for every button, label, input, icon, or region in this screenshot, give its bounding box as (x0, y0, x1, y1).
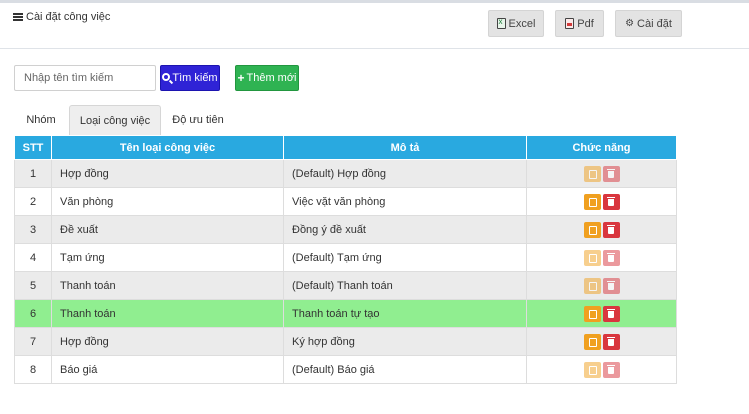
table-row[interactable]: 2 Văn phòng Việc vặt văn phòng (14, 187, 677, 216)
trash-icon (602, 361, 620, 378)
edit-icon (583, 361, 601, 378)
tab-nhom[interactable]: Nhóm (14, 105, 68, 135)
menu-icon (13, 13, 23, 21)
settings-label: Cài đặt (637, 17, 672, 30)
export-pdf-label: Pdf (577, 17, 594, 30)
cell-name: Báo giá (51, 355, 284, 384)
cell-actions (526, 187, 677, 216)
export-excel-label: Excel (508, 17, 536, 30)
column-header-stt: STT (14, 135, 52, 160)
cell-actions (526, 159, 677, 188)
table-row[interactable]: 6 Thanh toán Thanh toán tự tạo (14, 299, 677, 328)
table-row[interactable]: 3 Đề xuất Đồng ý đề xuất (14, 215, 677, 244)
edit-icon[interactable] (583, 333, 601, 350)
search-button-label: Tìm kiếm (172, 72, 218, 84)
cell-description: (Default) Tạm ứng (283, 243, 527, 272)
tab-loai-cong-viec[interactable]: Loại công việc (69, 105, 161, 135)
cell-stt: 8 (14, 355, 52, 384)
cell-stt: 2 (14, 187, 52, 216)
add-new-button-label: Thêm mới (246, 72, 297, 84)
column-header-description: Mô tả (283, 135, 527, 160)
cell-name: Hợp đồng (51, 327, 284, 356)
column-header-name: Tên loại công việc (51, 135, 284, 160)
cell-name: Hợp đồng (51, 159, 284, 188)
tab-label: Loại công việc (79, 114, 151, 127)
plus-icon: + (237, 71, 245, 85)
excel-file-icon (496, 17, 506, 29)
table-header-row: STT Tên loại công việc Mô tả Chức năng (14, 135, 677, 160)
task-type-table: STT Tên loại công việc Mô tả Chức năng 1… (14, 135, 677, 384)
cell-description: Thanh toán tự tạo (283, 299, 527, 328)
cell-description: (Default) Hợp đồng (283, 159, 527, 188)
cell-stt: 1 (14, 159, 52, 188)
edit-icon[interactable] (583, 305, 601, 322)
cell-name: Thanh toán (51, 271, 284, 300)
cell-actions (526, 355, 677, 384)
edit-icon[interactable] (583, 221, 601, 238)
cell-description: Việc vặt văn phòng (283, 187, 527, 216)
table-row[interactable]: 5 Thanh toán (Default) Thanh toán (14, 271, 677, 300)
search-button[interactable]: Tìm kiếm (160, 65, 220, 91)
cell-name: Đề xuất (51, 215, 284, 244)
cell-stt: 7 (14, 327, 52, 356)
cell-stt: 4 (14, 243, 52, 272)
cell-actions (526, 299, 677, 328)
trash-icon[interactable] (602, 305, 620, 322)
cell-description: Ký hợp đồng (283, 327, 527, 356)
export-pdf-button[interactable]: Pdf (555, 10, 604, 37)
cell-actions (526, 327, 677, 356)
tab-do-uu-tien[interactable]: Độ ưu tiên (164, 105, 232, 135)
cell-name: Văn phòng (51, 187, 284, 216)
trash-icon (602, 249, 620, 266)
trash-icon (602, 277, 620, 294)
cell-description: (Default) Thanh toán (283, 271, 527, 300)
trash-icon[interactable] (602, 221, 620, 238)
page-title-text: Cài đặt công việc (26, 11, 111, 23)
tab-label: Độ ưu tiên (172, 114, 224, 126)
edit-icon (583, 165, 601, 182)
cell-stt: 3 (14, 215, 52, 244)
page-title: Cài đặt công việc (13, 11, 110, 23)
cell-actions (526, 215, 677, 244)
table-row[interactable]: 1 Hợp đồng (Default) Hợp đồng (14, 159, 677, 188)
cell-description: Đồng ý đề xuất (283, 215, 527, 244)
pdf-file-icon (565, 18, 575, 29)
cell-stt: 5 (14, 271, 52, 300)
header-divider (0, 48, 749, 49)
top-rule (0, 0, 749, 3)
cell-description: (Default) Báo giá (283, 355, 527, 384)
trash-icon[interactable] (602, 333, 620, 350)
export-excel-button[interactable]: Excel (488, 10, 544, 37)
edit-icon (583, 277, 601, 294)
cell-name: Thanh toán (51, 299, 284, 328)
trash-icon (602, 165, 620, 182)
trash-icon[interactable] (602, 193, 620, 210)
edit-icon[interactable] (583, 193, 601, 210)
cell-name: Tạm ứng (51, 243, 284, 272)
cell-actions (526, 271, 677, 300)
search-icon (162, 73, 171, 81)
settings-button[interactable]: ⚙ Cài đặt (615, 10, 682, 37)
edit-icon (583, 249, 601, 266)
table-row[interactable]: 8 Báo giá (Default) Báo giá (14, 355, 677, 384)
search-input[interactable] (14, 65, 156, 91)
gear-icon: ⚙ (625, 18, 635, 29)
cell-stt: 6 (14, 299, 52, 328)
add-new-button[interactable]: + Thêm mới (235, 65, 299, 91)
table-row[interactable]: 4 Tạm ứng (Default) Tạm ứng (14, 243, 677, 272)
column-header-actions: Chức năng (526, 135, 677, 160)
tab-label: Nhóm (26, 114, 56, 126)
cell-actions (526, 243, 677, 272)
table-row[interactable]: 7 Hợp đồng Ký hợp đồng (14, 327, 677, 356)
